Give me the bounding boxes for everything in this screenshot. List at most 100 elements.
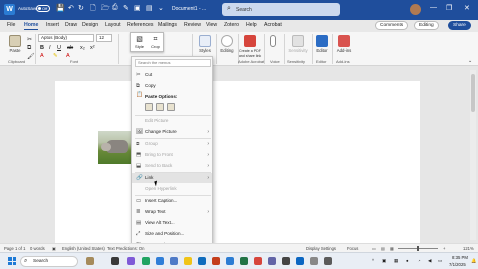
tab-layout[interactable]: Layout xyxy=(105,22,121,28)
tab-mailings[interactable]: Mailings xyxy=(158,22,177,28)
text-effects-icon[interactable]: A xyxy=(40,53,44,59)
editing-button[interactable]: Editing xyxy=(218,35,236,53)
tab-zotero[interactable]: Zotero xyxy=(224,22,239,28)
tab-design[interactable]: Design xyxy=(82,22,98,28)
tab-acrobat[interactable]: Acrobat xyxy=(264,22,282,28)
tab-file[interactable]: File xyxy=(7,22,15,28)
zoom-slider-thumb[interactable] xyxy=(417,246,419,251)
read-mode-icon[interactable]: ▭ xyxy=(372,246,376,251)
tray-app-icon[interactable]: ● xyxy=(406,258,409,263)
new-doc-icon[interactable]: 🗋 xyxy=(90,4,96,15)
paste-keep-source-icon[interactable] xyxy=(145,103,153,111)
subscript-button[interactable]: x₂ xyxy=(80,45,85,51)
print-icon[interactable]: ⎙ xyxy=(112,4,118,12)
sensitivity-button[interactable]: Sensitivity xyxy=(286,35,310,53)
taskbar-search[interactable]: ⌕ Search xyxy=(20,256,78,267)
tab-help[interactable]: Help xyxy=(246,22,257,28)
cut-icon[interactable]: ✂ xyxy=(27,36,32,43)
powerpoint-icon[interactable] xyxy=(212,257,220,265)
file-explorer-icon[interactable] xyxy=(184,257,192,265)
acrobat-taskbar-icon[interactable] xyxy=(254,257,262,265)
excel-icon[interactable] xyxy=(240,257,248,265)
scrollbar-thumb[interactable] xyxy=(471,74,475,112)
tab-view[interactable]: View xyxy=(206,22,217,28)
windows-start-icon[interactable] xyxy=(8,257,16,265)
tab-home[interactable]: Home xyxy=(24,22,39,30)
text-predictions-status[interactable]: Text Predictions: On xyxy=(107,246,144,251)
language-status[interactable]: English (United States) xyxy=(62,246,105,251)
avatar[interactable] xyxy=(410,4,421,15)
comments-button[interactable]: Comments xyxy=(375,21,409,30)
paste-picture-icon[interactable] xyxy=(167,103,175,111)
wifi-icon[interactable]: ◔ xyxy=(418,258,421,263)
store-icon[interactable] xyxy=(198,257,206,265)
tray-app-icon[interactable]: ▣ xyxy=(382,258,386,264)
redo-icon[interactable]: ↻ xyxy=(78,4,84,12)
menu-item-cut[interactable]: ✂ Cut xyxy=(132,70,212,80)
acrobat-create-pdf-button[interactable]: Create a PDF and share link xyxy=(238,35,262,58)
tab-draw[interactable]: Draw xyxy=(65,22,77,28)
mini-crop-button[interactable]: ⌗ Crop xyxy=(148,35,163,49)
proofing-icon[interactable]: ▣ xyxy=(52,246,56,251)
tab-review[interactable]: Review xyxy=(184,22,201,28)
pdf-icon[interactable]: ▤ xyxy=(146,4,153,12)
restore-icon[interactable]: ❐ xyxy=(446,4,452,12)
save-icon[interactable]: 💾 xyxy=(56,4,65,12)
tray-chevron-icon[interactable]: ^ xyxy=(372,258,374,263)
mini-style-button[interactable]: ▧ Style xyxy=(132,35,147,49)
paste-button[interactable]: Paste xyxy=(5,35,25,53)
clock-date[interactable]: 7/1/2025 xyxy=(449,262,466,267)
web-layout-icon[interactable]: ▦ xyxy=(390,246,394,251)
tab-insert[interactable]: Insert xyxy=(46,22,59,28)
word-count[interactable]: 0 words xyxy=(30,246,45,251)
outlook-icon[interactable] xyxy=(170,257,178,265)
menu-item-copy[interactable]: ⧉ Copy xyxy=(132,81,212,91)
more-qa-icon[interactable]: ⌄ xyxy=(158,4,164,12)
app-icon[interactable] xyxy=(310,257,318,265)
styles-button[interactable]: Styles xyxy=(196,35,214,53)
print-layout-icon[interactable]: ▤ xyxy=(381,246,385,251)
chrome-icon[interactable] xyxy=(142,257,150,265)
underline-button[interactable]: U xyxy=(57,45,61,51)
font-name-box[interactable]: Aptos (Body) xyxy=(38,34,94,42)
app-icon[interactable] xyxy=(282,257,290,265)
page-count[interactable]: Page 1 of 1 xyxy=(4,246,25,251)
app-icon[interactable] xyxy=(296,257,304,265)
menu-item-change-picture[interactable]: 🖼 Change Picture › xyxy=(132,127,212,137)
highlight-icon[interactable]: ✎ xyxy=(53,53,58,59)
notification-icon[interactable]: 🔔 xyxy=(471,258,476,264)
display-settings-button[interactable]: Display Settings xyxy=(306,246,336,251)
battery-icon[interactable]: ▭ xyxy=(438,258,442,264)
copilot-icon[interactable] xyxy=(127,257,135,265)
minimize-icon[interactable]: — xyxy=(430,4,437,11)
volume-icon[interactable]: ◀ xyxy=(428,258,431,264)
paste-merge-icon[interactable] xyxy=(156,103,164,111)
add-ins-button[interactable]: Add-ins xyxy=(334,35,354,53)
zoom-out-icon[interactable]: + xyxy=(443,246,445,251)
editing-mode-button[interactable]: Editing xyxy=(414,21,439,30)
tray-app-icon[interactable]: ▦ xyxy=(394,258,398,264)
menu-item-size-position[interactable]: ⤢ Size and Position... xyxy=(132,229,212,239)
word-taskbar-icon[interactable] xyxy=(226,257,234,265)
vertical-scrollbar[interactable] xyxy=(470,70,476,240)
italic-button[interactable]: I xyxy=(49,45,51,51)
app-icon[interactable] xyxy=(324,257,332,265)
menu-item-wrap-text[interactable]: ≣ Wrap Text › xyxy=(132,207,212,217)
menu-item-link[interactable]: 🔗 Link › xyxy=(132,173,212,183)
menu-item-insert-caption[interactable]: ▭ Insert Caption... xyxy=(132,196,212,206)
bold-button[interactable]: B xyxy=(40,45,44,51)
zoom-level[interactable]: 121% xyxy=(463,246,474,251)
task-view-icon[interactable] xyxy=(111,257,119,265)
focus-button[interactable]: Focus xyxy=(347,246,358,251)
document-name[interactable]: Document1 - ... xyxy=(172,6,206,12)
menu-item-view-alt-text[interactable]: ▤ View Alt Text... xyxy=(132,218,212,228)
teams-icon[interactable] xyxy=(268,257,276,265)
open-icon[interactable]: 🗁 xyxy=(101,4,110,15)
acrobat-qa-icon[interactable]: ▣ xyxy=(134,4,141,12)
format-painter-icon[interactable]: 🖌 xyxy=(27,53,35,60)
undo-icon[interactable]: ↶ xyxy=(68,4,74,12)
collapse-ribbon-icon[interactable]: ⌄ xyxy=(468,58,472,64)
strikethrough-button[interactable]: ab xyxy=(67,45,73,51)
copy-icon[interactable]: ⧉ xyxy=(27,45,31,52)
clock-time[interactable]: 8:35 PM xyxy=(452,255,468,260)
